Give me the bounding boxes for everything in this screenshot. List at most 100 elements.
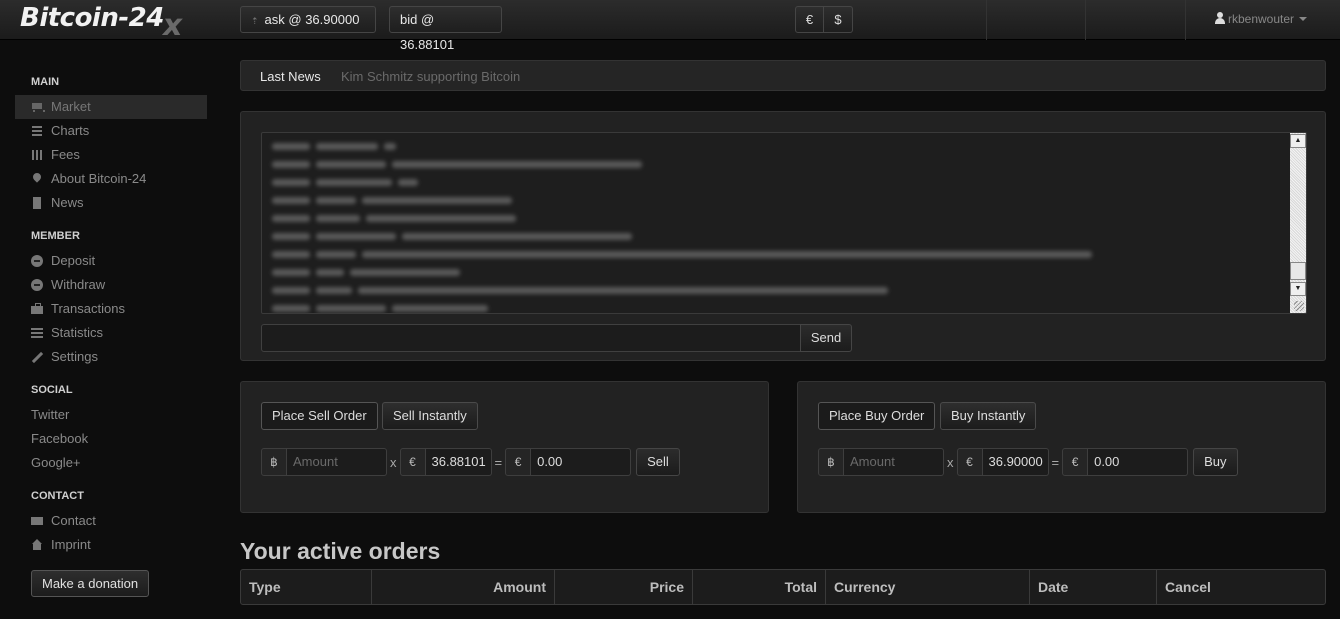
sidebar-item-charts[interactable]: Charts [15,119,207,143]
sidebar-item-label: Withdraw [51,277,106,292]
tab-buy-instantly[interactable]: Buy Instantly [940,402,1037,430]
sidebar-item-contact[interactable]: Contact [15,509,207,533]
buy-price-input[interactable]: 36.90000 [982,448,1049,476]
column-total[interactable]: Total [693,570,826,604]
equals-sign: = [494,454,503,470]
logo[interactable]: Bitcoin-24 [20,3,164,33]
sidebar-item-statistics[interactable]: Statistics [15,321,207,345]
sidebar-item-settings[interactable]: Settings [15,345,207,369]
plus-circle-icon [31,255,43,267]
bitcoin-icon: ฿ [818,448,844,476]
currency-switch: € $ [795,6,853,33]
sell-button[interactable]: Sell [636,448,680,476]
send-button[interactable]: Send [800,324,852,352]
sidebar-item-transactions[interactable]: Transactions [15,297,207,321]
wrench-icon [31,351,43,363]
chat-message [272,263,1286,281]
list-icon [31,327,43,339]
minus-circle-icon [31,279,43,291]
sidebar-item-label: About Bitcoin-24 [51,171,147,186]
chat-messages [272,137,1286,313]
column-price[interactable]: Price [555,570,693,604]
sidebar-item-googleplus[interactable]: Google+ [15,451,207,475]
scroll-down-icon[interactable]: ▼ [1290,282,1306,296]
sidebar-item-label: Contact [51,513,96,528]
column-cancel[interactable]: Cancel [1157,570,1325,604]
chat-message [272,209,1286,227]
chat-input[interactable] [261,324,801,352]
times-sign: x [390,454,397,470]
chat-log[interactable]: ▲ ▼ [261,132,1307,314]
orders-title: Your active orders [240,538,441,564]
envelope-icon [31,515,43,527]
section-member-title: MEMBER [31,230,80,242]
column-currency[interactable]: Currency [826,570,1030,604]
sidebar-item-deposit[interactable]: Deposit [15,249,207,273]
caret-down-icon [1299,17,1308,21]
tab-sell-instantly[interactable]: Sell Instantly [382,402,478,430]
chat-message [272,173,1286,191]
sidebar-item-label: Twitter [31,407,70,422]
sell-price-input[interactable]: 36.88101 [425,448,492,476]
buy-amount-input[interactable]: Amount [844,448,944,476]
resize-handle-icon[interactable] [1294,301,1304,311]
chat-message [272,245,1286,263]
sidebar: MAIN Market Charts Fees About Bitcoin-24… [15,60,207,597]
column-amount[interactable]: Amount [372,570,555,604]
chat-message [272,299,1286,313]
sidebar-item-withdraw[interactable]: Withdraw [15,273,207,297]
scroll-up-icon[interactable]: ▲ [1290,134,1306,148]
chat-message [272,281,1286,299]
equals-sign: = [1051,454,1060,470]
top-bar: Bitcoin-24 x ⇡ ask @ 36.90000 bid @ 36.88… [0,0,1340,52]
sell-amount-input[interactable]: Amount [287,448,387,476]
sidebar-item-label: Market [51,99,91,114]
sidebar-item-facebook[interactable]: Facebook [15,427,207,451]
scroll-thumb[interactable] [1290,262,1306,280]
currency-eur-button[interactable]: € [795,6,824,33]
section-main-title: MAIN [31,76,60,88]
tab-place-buy-order[interactable]: Place Buy Order [818,402,936,430]
briefcase-icon [31,303,43,315]
sidebar-item-label: Transactions [51,301,125,316]
sidebar-item-fees[interactable]: Fees [15,143,207,167]
sell-form-row: ฿ Amount x € 36.88101 = € 0.00 Sell [261,448,680,476]
sidebar-item-about[interactable]: About Bitcoin-24 [15,167,207,191]
sidebar-item-label: Imprint [51,537,91,552]
column-type[interactable]: Type [241,570,372,604]
chat-message [272,227,1286,245]
divider [1185,0,1186,40]
bid-button[interactable]: bid @ 36.88101 [389,6,502,52]
sidebar-item-twitter[interactable]: Twitter [15,403,207,427]
sell-panel: Place Sell Order Sell Instantly ฿ Amount… [240,381,769,513]
sidebar-item-label: Google+ [31,455,81,470]
column-date[interactable]: Date [1030,570,1157,604]
ask-button[interactable]: ⇡ ask @ 36.90000 [240,6,376,33]
euro-icon: € [956,448,983,476]
sidebar-item-label: News [51,195,84,210]
news-headline[interactable]: Kim Schmitz supporting Bitcoin [341,69,520,84]
divider [986,0,987,40]
document-icon [31,197,43,209]
sidebar-item-market[interactable]: Market [15,95,207,119]
tab-place-sell-order[interactable]: Place Sell Order [261,402,378,430]
sidebar-item-label: Facebook [31,431,89,446]
sidebar-item-label: Fees [51,147,80,162]
bid-label: bid @ 36.88101 [400,12,455,52]
buy-total-input[interactable]: 0.00 [1088,448,1189,476]
currency-usd-button[interactable]: $ [824,6,853,33]
user-menu[interactable]: rkbenwouter [1215,12,1308,26]
buy-button[interactable]: Buy [1193,448,1238,476]
news-bar: Last News Kim Schmitz supporting Bitcoin [240,60,1326,91]
buy-panel: Place Buy Order Buy Instantly ฿ Amount x… [797,381,1326,513]
chat-scrollbar[interactable]: ▲ ▼ [1290,133,1306,313]
sidebar-item-news[interactable]: News [15,191,207,215]
arrow-icon: ⇡ [251,16,259,26]
section-contact-title: CONTACT [31,490,84,502]
sell-total-input[interactable]: 0.00 [531,448,632,476]
sidebar-item-label: Settings [51,349,98,364]
divider [1085,0,1086,40]
chat-message [272,137,1286,155]
sidebar-item-imprint[interactable]: Imprint [15,533,207,557]
donate-button[interactable]: Make a donation [31,570,150,597]
